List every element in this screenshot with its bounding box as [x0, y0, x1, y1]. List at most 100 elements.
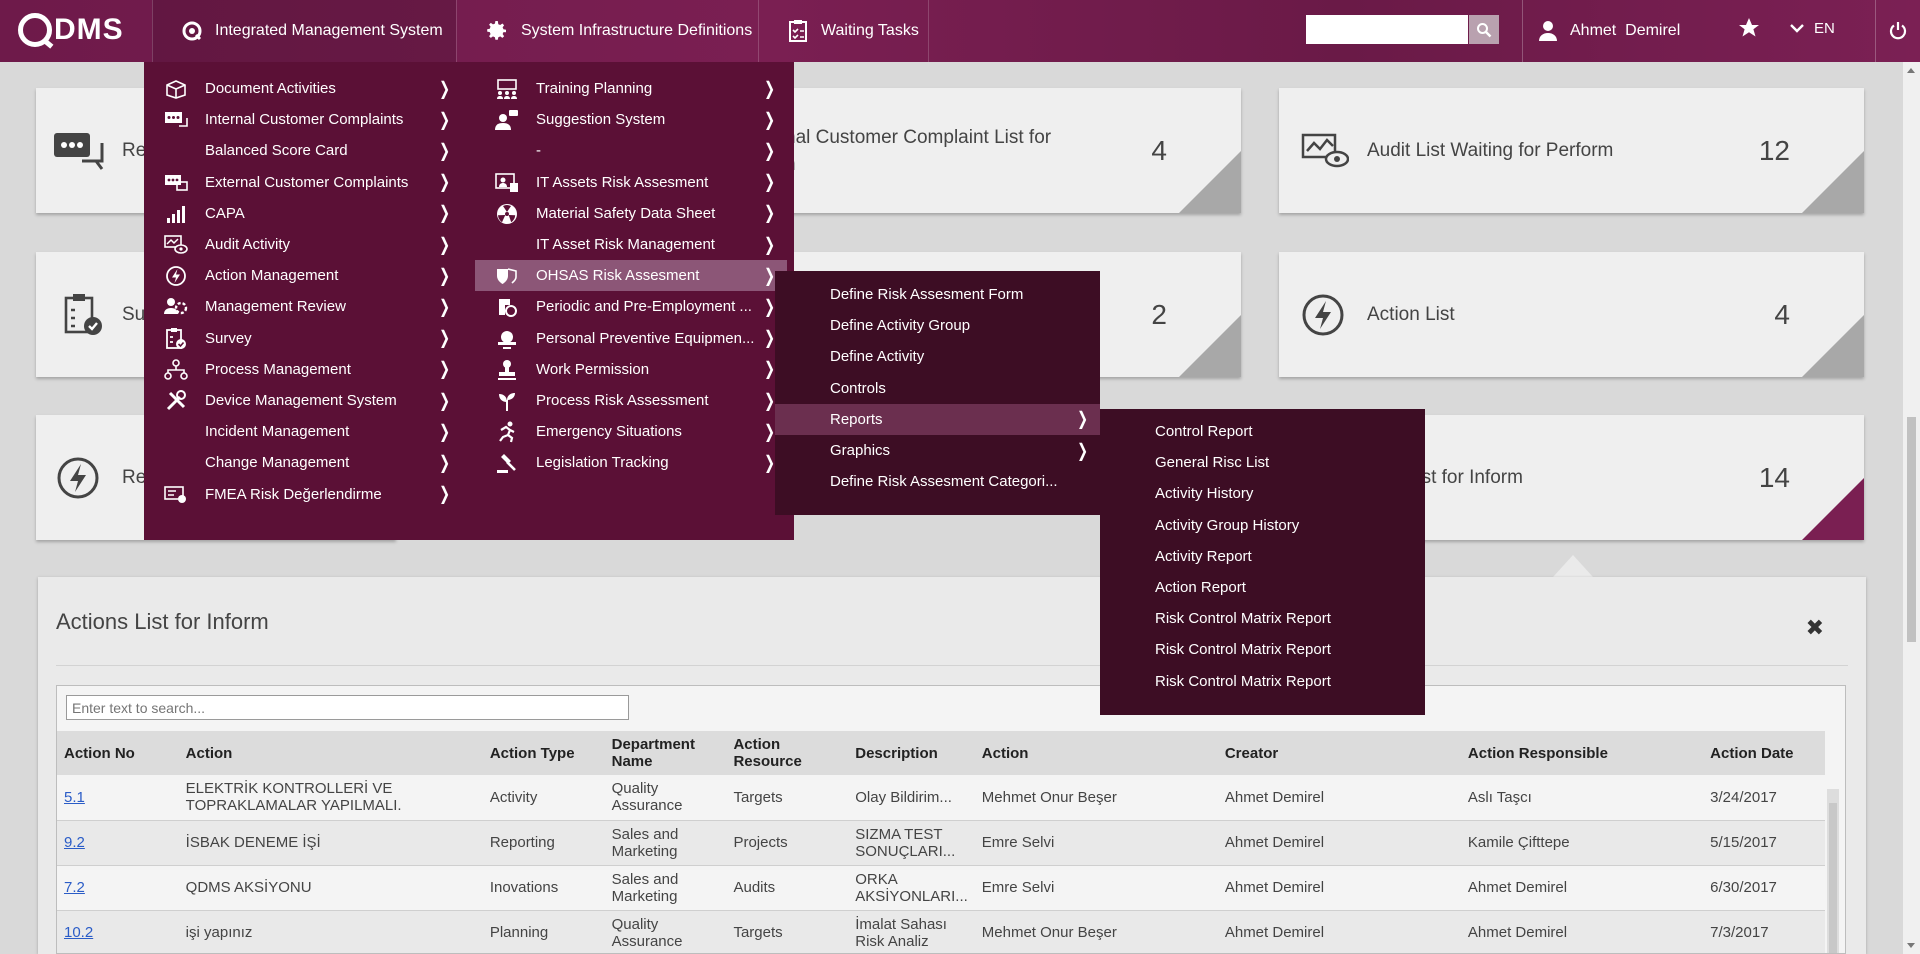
grid-search-input[interactable] — [66, 695, 629, 720]
column-header[interactable]: Action Resource — [726, 731, 849, 775]
divider — [56, 665, 1848, 666]
menu-item-material-safety-data-sheet[interactable]: Material Safety Data Sheet ❯ — [475, 198, 787, 229]
audit-eye-chart-icon — [1301, 88, 1349, 213]
dashboard-card-action-list[interactable]: Action List 4 — [1279, 252, 1864, 377]
page-scrollbar[interactable] — [1903, 62, 1920, 954]
favorites-star-icon[interactable] — [1737, 16, 1761, 45]
scroll-up-arrow-icon[interactable] — [1907, 68, 1915, 73]
menu-item-training-planning[interactable]: Training Planning ❯ — [475, 73, 787, 104]
menu-item-device-management-system[interactable]: Device Management System ❯ — [144, 385, 462, 416]
menu-item-internal-customer-complaints[interactable]: Internal Customer Complaints ❯ — [144, 104, 462, 135]
menu-item-audit-activity[interactable]: Audit Activity ❯ — [144, 229, 462, 260]
table-row[interactable]: 9.2 İSBAK DENEME İŞİ Reporting Sales and… — [57, 820, 1825, 866]
menu-item-personal-preventive-equipmen[interactable]: Personal Preventive Equipmen... ❯ — [475, 323, 787, 354]
menu-item-it-assets-risk-assesment[interactable]: IT Assets Risk Assesment ❯ — [475, 167, 787, 198]
chevron-right-icon: ❯ — [1077, 439, 1088, 461]
table-cell: Kamile Çifttepe — [1460, 820, 1704, 866]
survey-icon — [164, 327, 188, 350]
dashboard-card-audit-list[interactable]: Audit List Waiting for Perform 12 — [1279, 88, 1864, 213]
dashboard-card-external-complaint[interactable]: nal Customer Complaint List for n 4 — [785, 88, 1241, 213]
table-cell: işi yapınız — [178, 910, 483, 953]
menu-item-management-review[interactable]: Management Review ❯ — [144, 291, 462, 322]
submenu-item-define-activity-group[interactable]: Define Activity Group — [775, 310, 1100, 341]
close-icon[interactable]: ✖ — [1806, 615, 1824, 641]
card-count: 12 — [1758, 134, 1790, 166]
submenu-item-reports[interactable]: Reports ❯ — [775, 403, 1100, 435]
report-item-general-risc-list[interactable]: General Risc List — [1100, 447, 1425, 478]
column-header[interactable]: Action — [178, 731, 483, 775]
menu-item-fmea-risk-de-erlendirme[interactable]: FMEA Risk Değerlendirme ❯ — [144, 479, 462, 510]
submenu-item-define-risk-assesment-form[interactable]: Define Risk Assesment Form — [775, 279, 1100, 310]
menu-item-process-management[interactable]: Process Management ❯ — [144, 354, 462, 385]
action-no-link[interactable]: 9.2 — [64, 834, 85, 851]
column-header[interactable]: Creator — [1217, 731, 1461, 775]
submenu-item-controls[interactable]: Controls — [775, 373, 1100, 404]
menu-item-external-customer-complaints[interactable]: External Customer Complaints ❯ — [144, 167, 462, 198]
menu-item-work-permission[interactable]: Work Permission ❯ — [475, 354, 787, 385]
action-no-link[interactable]: 10.2 — [64, 924, 93, 941]
process-tree-icon — [164, 358, 188, 381]
grid-scrollbar-thumb[interactable] — [1829, 803, 1837, 953]
table-cell: 7/3/2017 — [1703, 910, 1825, 953]
report-item-activity-group-history[interactable]: Activity Group History — [1100, 510, 1425, 541]
chevron-right-icon: ❯ — [764, 233, 775, 255]
menu-item-suggestion-system[interactable]: Suggestion System ❯ — [475, 104, 787, 135]
table-row[interactable]: 10.2 işi yapınız Planning Quality Assura… — [57, 910, 1825, 953]
table-cell: Ahmet Demirel — [1217, 775, 1461, 821]
grid-scrollbar[interactable] — [1827, 789, 1839, 953]
menu-item-it-asset-risk-management[interactable]: IT Asset Risk Management ❯ — [475, 229, 787, 260]
submenu-item-define-activity[interactable]: Define Activity — [775, 341, 1100, 372]
menu-item-incident-management[interactable]: Incident Management ❯ — [144, 416, 462, 447]
menu-item-action-management[interactable]: Action Management ❯ — [144, 260, 462, 291]
report-item-activity-report[interactable]: Activity Report — [1100, 541, 1425, 572]
table-cell: Planning — [482, 910, 605, 953]
report-item-risk-control-matrix-report[interactable]: Risk Control Matrix Report — [1100, 666, 1425, 697]
report-item-risk-control-matrix-report[interactable]: Risk Control Matrix Report — [1100, 634, 1425, 665]
action-no-link[interactable]: 5.1 — [64, 789, 85, 806]
menu-item-document-activities[interactable]: Document Activities ❯ — [144, 73, 462, 104]
report-item-control-report[interactable]: Control Report — [1100, 416, 1425, 447]
column-header[interactable]: Action No — [57, 731, 179, 775]
scroll-down-arrow-icon[interactable] — [1907, 943, 1915, 948]
report-item-risk-control-matrix-report[interactable]: Risk Control Matrix Report — [1100, 603, 1425, 634]
language-selector[interactable]: EN — [1790, 20, 1835, 37]
chevron-right-icon: ❯ — [439, 77, 450, 99]
menu-item-emergency-situations[interactable]: Emergency Situations ❯ — [475, 416, 787, 447]
chevron-right-icon: ❯ — [764, 77, 775, 99]
table-row[interactable]: 5.1 ELEKTRİK KONTROLLERİ VE TOPRAKLAMALA… — [57, 775, 1825, 821]
column-header[interactable]: Description — [848, 731, 975, 775]
menu-item-periodic-and-pre-employment[interactable]: Periodic and Pre-Employment ... ❯ — [475, 291, 787, 322]
column-header[interactable]: Department Name — [604, 731, 727, 775]
column-header[interactable]: Action Date — [1703, 731, 1825, 775]
qdms-circle-icon — [181, 20, 203, 42]
column-header[interactable]: Action — [974, 731, 1218, 775]
menu-item-label: - — [536, 142, 541, 160]
nav-integrated-management-system[interactable]: Integrated Management System — [152, 0, 456, 62]
stamp-icon — [495, 359, 519, 381]
menu-item-change-management[interactable]: Change Management ❯ — [144, 447, 462, 478]
search-button[interactable] — [1469, 15, 1499, 44]
nav-system-infrastructure-definitions[interactable]: System Infrastructure Definitions — [456, 0, 758, 62]
table-row[interactable]: 7.2 QDMS AKSİYONU Inovations Sales and M… — [57, 865, 1825, 911]
menu-item-capa[interactable]: CAPA ❯ — [144, 198, 462, 229]
qdms-logo[interactable]: DMS — [18, 10, 124, 50]
top-search-input[interactable] — [1306, 15, 1468, 44]
menu-item-label: Survey — [205, 329, 252, 347]
menu-item-ohsas-risk-assesment[interactable]: OHSAS Risk Assesment ❯ — [475, 260, 787, 292]
submenu-item-graphics[interactable]: Graphics ❯ — [775, 435, 1100, 466]
nav-waiting-tasks[interactable]: Waiting Tasks — [758, 0, 928, 62]
report-item-activity-history[interactable]: Activity History — [1100, 478, 1425, 509]
column-header[interactable]: Action Responsible — [1460, 731, 1704, 775]
report-item-action-report[interactable]: Action Report — [1100, 572, 1425, 603]
submenu-item-define-risk-assesment-categori[interactable]: Define Risk Assesment Categori... — [775, 466, 1100, 497]
menu-item-balanced-score-card[interactable]: Balanced Score Card ❯ — [144, 135, 462, 166]
page-scrollbar-thumb[interactable] — [1907, 417, 1916, 642]
menu-item-[interactable]: - ❯ — [475, 135, 787, 166]
action-no-link[interactable]: 7.2 — [64, 879, 85, 896]
menu-item-process-risk-assessment[interactable]: Process Risk Assessment ❯ — [475, 385, 787, 416]
menu-item-survey[interactable]: Survey ❯ — [144, 323, 462, 354]
logout-button[interactable] — [1875, 0, 1920, 62]
user-menu[interactable]: Ahmet Demirel — [1522, 0, 1680, 62]
column-header[interactable]: Action Type — [482, 731, 605, 775]
menu-item-legislation-tracking[interactable]: Legislation Tracking ❯ — [475, 447, 787, 478]
